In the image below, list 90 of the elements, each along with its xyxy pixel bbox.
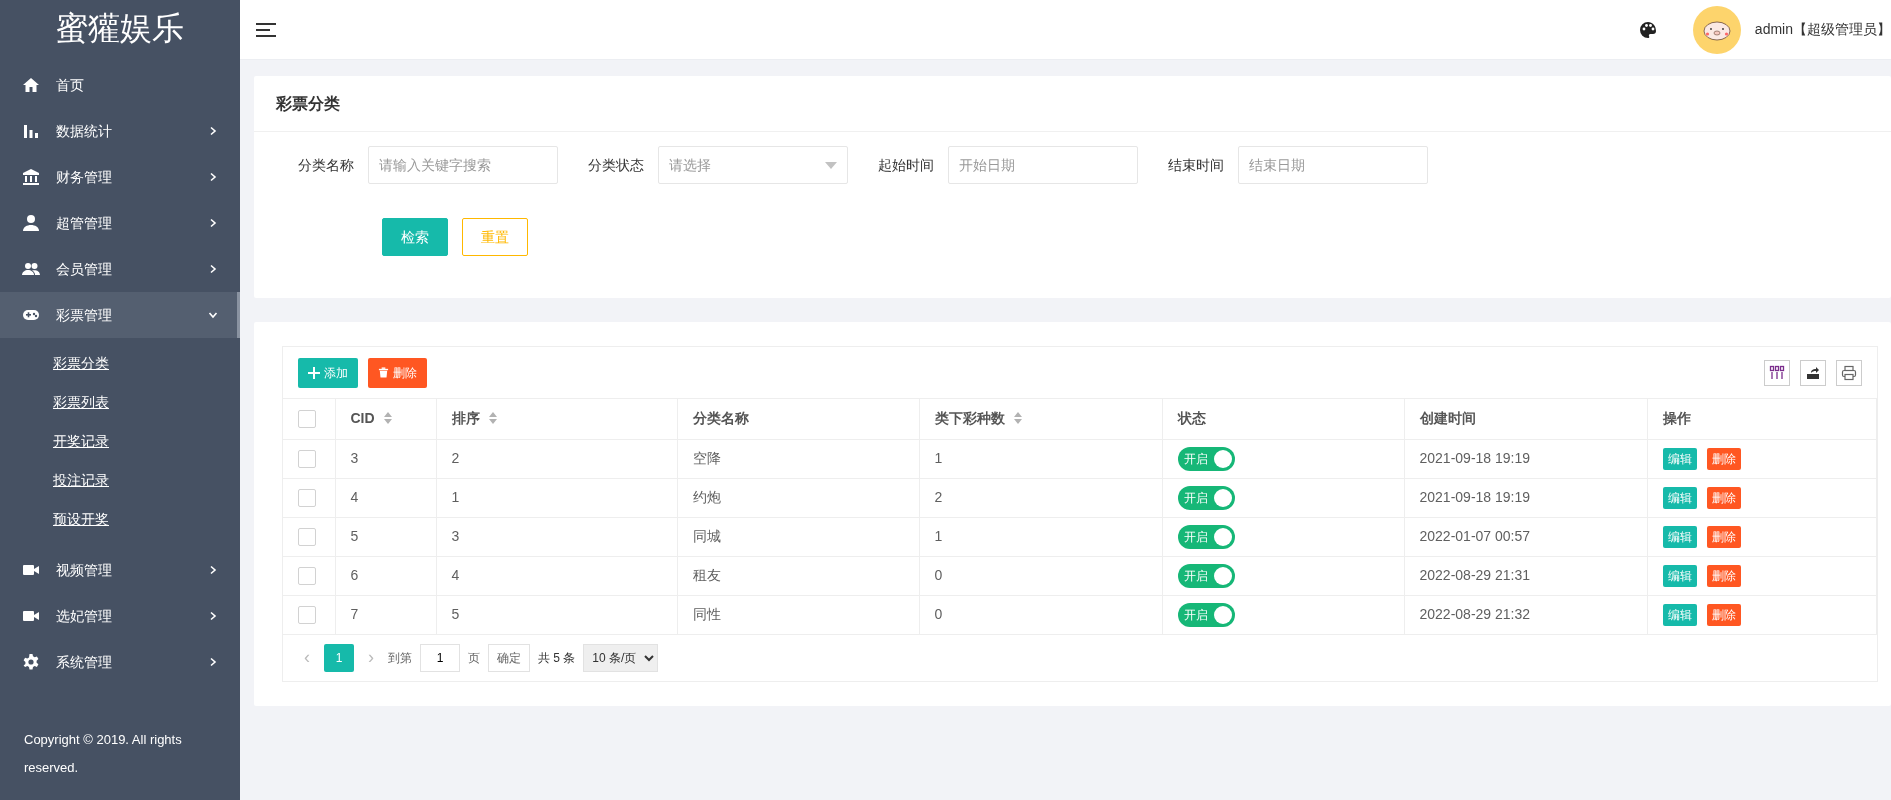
column-header[interactable]: 创建时间 <box>1404 399 1647 439</box>
table-cell: 2021-09-18 19:19 <box>1404 478 1647 517</box>
home-icon <box>22 76 40 94</box>
checkbox[interactable] <box>298 566 316 585</box>
page-input[interactable]: 1 <box>420 643 460 672</box>
table-cell: 3 <box>436 517 677 556</box>
sidebar-item[interactable]: 会员管理 <box>0 246 240 292</box>
sidebar-item[interactable]: 数据统计 <box>0 108 240 154</box>
field-label: 分类名称 <box>297 155 355 175</box>
checkbox[interactable] <box>298 449 316 468</box>
table-cell: 0 <box>919 595 1162 634</box>
user-icon <box>22 214 40 232</box>
table-cell: 1 <box>436 478 677 517</box>
input-field[interactable]: 开始日期 <box>948 146 1138 184</box>
table-cell: 4 <box>335 478 436 517</box>
sidebar-item[interactable]: 选妃管理 <box>0 593 240 639</box>
sidebar-item[interactable]: 视频管理 <box>0 547 240 593</box>
table-cell: 4 <box>436 556 677 595</box>
table-cell: 2022-08-29 21:31 <box>1404 556 1647 595</box>
goto-label: 到第 <box>388 649 412 667</box>
input-field[interactable]: 结束日期 <box>1238 146 1428 184</box>
sort-icon <box>1012 412 1023 425</box>
table-cell: 1 <box>919 439 1162 478</box>
table-cell: 租友 <box>677 556 919 595</box>
sidebar-subitem[interactable]: 彩票分类 <box>0 344 240 383</box>
input-field[interactable]: 请输入关键字搜索 <box>368 146 558 184</box>
total-count: 共 5 条 <box>538 649 576 667</box>
table-cell: 同性 <box>677 595 919 634</box>
user-name[interactable]: admin【超级管理员】 <box>1754 19 1891 40</box>
columns-icon <box>1769 364 1785 381</box>
table-cell: 6 <box>335 556 436 595</box>
export-icon <box>1805 364 1821 381</box>
field-label: 结束时间 <box>1167 155 1225 175</box>
bar-chart-icon <box>22 122 40 140</box>
users-icon <box>22 260 40 278</box>
trash-icon <box>378 367 389 378</box>
sidebar-item[interactable]: 系统管理 <box>0 639 240 685</box>
table-cell: 2 <box>919 478 1162 517</box>
sort-icon <box>487 412 498 425</box>
print-button[interactable] <box>1836 359 1862 386</box>
column-header[interactable]: 排序 <box>436 399 677 439</box>
field-label: 分类状态 <box>587 155 645 175</box>
column-header[interactable]: 状态 <box>1162 399 1404 439</box>
sidebar-item[interactable]: 财务管理 <box>0 154 240 200</box>
table-cell: 7 <box>335 595 436 634</box>
column-header[interactable]: 操作 <box>1647 399 1877 439</box>
sidebar-subitem[interactable]: 开奖记录 <box>0 422 240 461</box>
table-cell: 1 <box>919 517 1162 556</box>
sidebar-subitem[interactable]: 彩票列表 <box>0 383 240 422</box>
table-cell: 2022-08-29 21:32 <box>1404 595 1647 634</box>
table-cell: 2 <box>436 439 677 478</box>
bank-icon <box>22 168 40 186</box>
menu-icon <box>256 21 276 38</box>
checkbox[interactable] <box>298 527 316 546</box>
checkbox[interactable] <box>298 488 316 507</box>
table-cell: 5 <box>436 595 677 634</box>
table-cell: 约炮 <box>677 478 919 517</box>
table-cell: 5 <box>335 517 436 556</box>
column-header[interactable]: CID <box>335 399 436 439</box>
panel-title: 彩票分类 <box>254 76 1891 132</box>
plus-icon <box>308 366 320 379</box>
logo-text: 蜜獾娱乐 <box>55 9 185 48</box>
printer-icon <box>1841 364 1857 381</box>
gear-icon <box>22 653 40 671</box>
table-cell: 同城 <box>677 517 919 556</box>
column-header[interactable]: 类下彩种数 <box>919 399 1162 439</box>
pig-face-icon <box>1701 18 1732 41</box>
table-cell: 2022-01-07 00:57 <box>1404 517 1647 556</box>
page-unit-label: 页 <box>468 649 480 667</box>
sidebar-subitem[interactable]: 投注记录 <box>0 461 240 500</box>
sidebar-item[interactable]: 超管管理 <box>0 200 240 246</box>
columns-button[interactable] <box>1764 359 1790 386</box>
column-header[interactable]: 分类名称 <box>677 399 919 439</box>
confirm-button[interactable]: 确定 <box>488 643 530 672</box>
checkbox[interactable] <box>298 409 316 428</box>
sidebar-item[interactable]: 彩票管理 <box>0 292 240 338</box>
palette-icon <box>1638 20 1657 39</box>
table-cell: 3 <box>335 439 436 478</box>
export-button[interactable] <box>1800 359 1826 386</box>
table-cell: 空降 <box>677 439 919 478</box>
copyright-text: Copyright © 2019. All rights reserved. <box>23 731 183 777</box>
dropdown-arrow-icon <box>825 161 837 169</box>
checkbox[interactable] <box>298 605 316 624</box>
sidebar-subitem[interactable]: 预设开奖 <box>0 500 240 539</box>
table-cell: 0 <box>919 556 1162 595</box>
field-label: 起始时间 <box>877 155 935 175</box>
table-cell: 2021-09-18 19:19 <box>1404 439 1647 478</box>
sidebar-item[interactable]: 首页 <box>0 62 240 108</box>
page-size-select[interactable]: 10 条/页 <box>583 643 659 672</box>
sort-icon <box>382 412 393 425</box>
